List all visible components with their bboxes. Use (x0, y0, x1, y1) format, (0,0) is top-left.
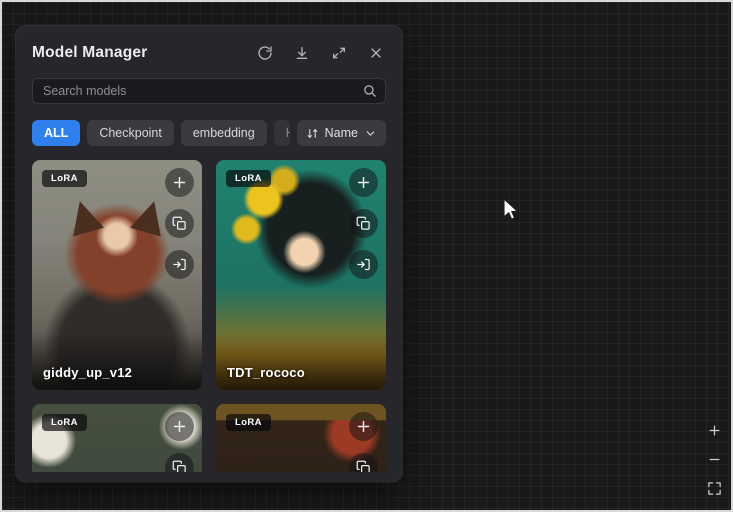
zoom-out-button[interactable] (704, 449, 724, 469)
zoom-in-button[interactable] (704, 420, 724, 440)
add-model-button[interactable] (349, 412, 378, 441)
filter-chip-all[interactable]: ALL (32, 120, 80, 146)
copy-model-button[interactable] (349, 209, 378, 238)
model-type-badge: LoRA (42, 170, 87, 187)
close-icon (368, 45, 384, 61)
card-bottom-gradient (32, 332, 202, 390)
minus-icon (707, 452, 722, 467)
fit-view-button[interactable] (704, 478, 724, 498)
refresh-button[interactable] (255, 43, 275, 63)
model-card[interactable]: LoRA giddy_up_v12 (32, 160, 202, 390)
copy-icon (356, 460, 371, 472)
search-icon (362, 83, 377, 98)
copy-icon (356, 216, 371, 231)
model-card-grid: LoRA giddy_up_v12 LoR (32, 160, 386, 472)
copy-model-button[interactable] (349, 453, 378, 472)
search-bar (32, 78, 386, 104)
fit-view-icon (707, 481, 722, 496)
canvas-zoom-controls (704, 420, 724, 498)
model-name: giddy_up_v12 (43, 365, 132, 380)
card-actions (349, 412, 378, 472)
panel-header: Model Manager (32, 42, 386, 64)
model-card[interactable]: LoRA (216, 404, 386, 472)
sort-icon (306, 127, 319, 140)
card-bottom-gradient (216, 332, 386, 390)
add-model-button[interactable] (165, 168, 194, 197)
filter-chip-embedding[interactable]: embedding (181, 120, 267, 146)
model-card[interactable]: LoRA TDT_rococo (216, 160, 386, 390)
copy-model-button[interactable] (165, 453, 194, 472)
sort-label: Name (325, 126, 358, 140)
add-model-button[interactable] (165, 412, 194, 441)
copy-model-button[interactable] (165, 209, 194, 238)
model-type-badge: LoRA (42, 414, 87, 431)
mouse-cursor (502, 198, 520, 224)
node-editor-canvas[interactable]: Model Manager ALL Chec (0, 0, 733, 512)
close-button[interactable] (366, 43, 386, 63)
search-input[interactable] (32, 78, 386, 104)
plus-icon (355, 418, 372, 435)
filter-bar: ALL Checkpoint embedding Hyper Name (32, 120, 386, 146)
load-workflow-button[interactable] (165, 250, 194, 279)
plus-icon (355, 174, 372, 191)
filter-chip-hyper[interactable]: Hyper (274, 120, 290, 146)
chevron-down-icon (364, 127, 377, 140)
panel-toolbar (255, 43, 386, 63)
model-card[interactable]: LoRA (32, 404, 202, 472)
import-icon (172, 257, 187, 272)
plus-icon (171, 174, 188, 191)
load-workflow-button[interactable] (349, 250, 378, 279)
model-manager-panel: Model Manager ALL Chec (16, 26, 402, 482)
download-button[interactable] (292, 43, 312, 63)
card-actions (349, 168, 378, 279)
refresh-icon (257, 45, 273, 61)
panel-title: Model Manager (32, 44, 147, 62)
copy-icon (172, 460, 187, 472)
expand-button[interactable] (329, 43, 349, 63)
plus-icon (707, 423, 722, 438)
expand-icon (331, 45, 347, 61)
filter-chip-checkpoint[interactable]: Checkpoint (87, 120, 174, 146)
plus-icon (171, 418, 188, 435)
model-name: TDT_rococo (227, 365, 305, 380)
model-type-badge: LoRA (226, 170, 271, 187)
copy-icon (172, 216, 187, 231)
model-type-badge: LoRA (226, 414, 271, 431)
card-actions (165, 412, 194, 472)
card-actions (165, 168, 194, 279)
sort-dropdown[interactable]: Name (297, 120, 386, 146)
add-model-button[interactable] (349, 168, 378, 197)
download-icon (294, 45, 310, 61)
import-icon (356, 257, 371, 272)
